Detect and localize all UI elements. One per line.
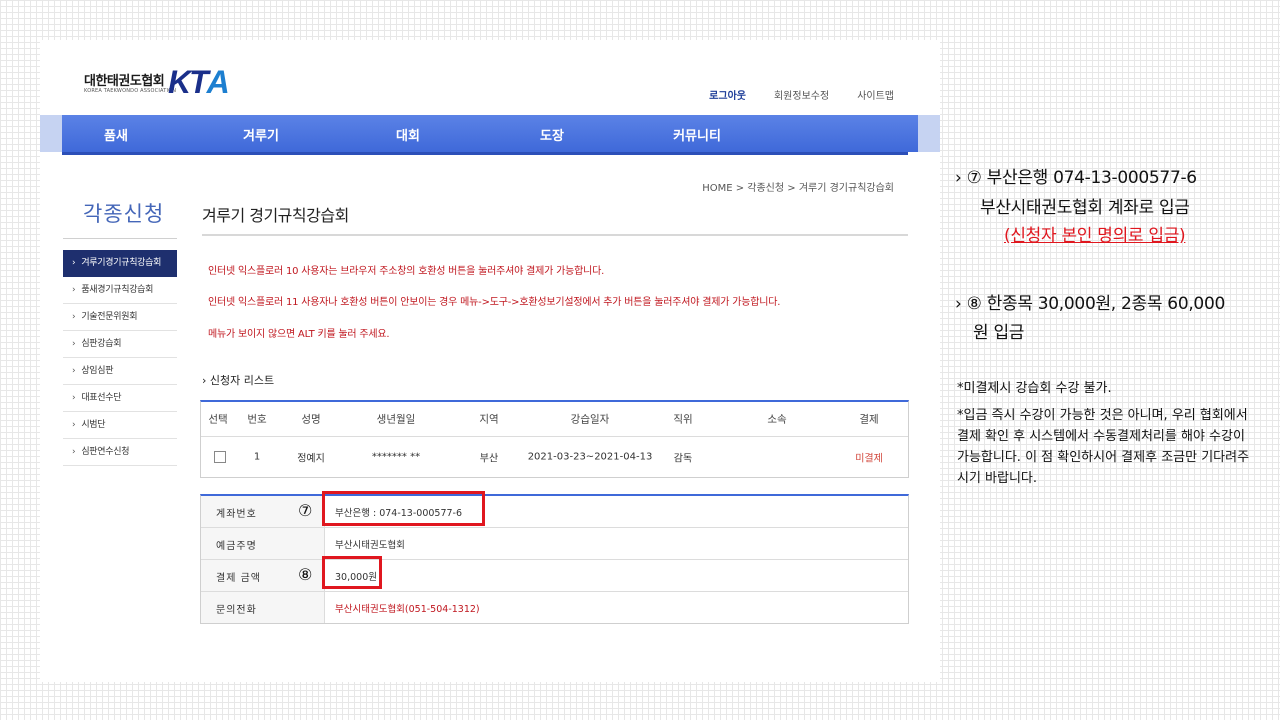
nav-right-edge xyxy=(918,115,940,152)
account-highlight-box xyxy=(322,491,485,526)
sidebar-item-label: 품새경기규칙강습회 xyxy=(81,285,154,295)
notice-alt-key: 메뉴가 보이지 않으면 ALT 키를 눌러 주세요. xyxy=(208,329,390,340)
contact-value: 부산시태권도협회(051-504-1312) xyxy=(335,604,480,615)
sitemap-link[interactable]: 사이트맵 xyxy=(857,87,894,102)
select-checkbox[interactable] xyxy=(214,451,226,463)
nav-item-kyorugi[interactable]: 겨루기 xyxy=(243,125,279,144)
payment-amount-row: 결제 금액 ⑧ 30,000원 xyxy=(201,560,908,592)
marker-7: ⑦ xyxy=(298,501,313,520)
sidebar-title: 각종신청 xyxy=(83,202,165,226)
sidebar-item-referee-seminar[interactable]: › 심판강습회 xyxy=(63,331,177,358)
logo-english-text: KOREA TAEKWONDO ASSOCIATION xyxy=(84,88,177,94)
step8-heading: › ⑧ 한종목 30,000원, 2종목 60,000 xyxy=(955,294,1225,314)
chevron-right-icon: › xyxy=(72,366,76,376)
applicant-list-label: › 신청자 리스트 xyxy=(202,374,275,387)
contact-row: 문의전화 부산시태권도협회(051-504-1312) xyxy=(201,592,908,623)
applicant-table: 선택 번호 성명 생년월일 지역 강습일자 직위 소속 결제 1 정예지 ***… xyxy=(200,400,909,478)
account-holder-row: 예금주명 부산시태권도협회 xyxy=(201,528,908,560)
sidebar-item-poomsae-seminar[interactable]: › 품새경기규칙강습회 xyxy=(63,277,177,304)
step7-detail: 부산시태권도협회 계좌로 입금 xyxy=(980,198,1190,218)
sidebar-item-technical-committee[interactable]: › 기술전문위원회 xyxy=(63,304,177,331)
account-number-label: 계좌번호 xyxy=(216,509,257,520)
sidebar-item-label: 시범단 xyxy=(81,420,106,430)
chevron-right-icon: › xyxy=(72,312,76,322)
table-row: 1 정예지 ******* ** 부산 2021-03-23~2021-04-1… xyxy=(201,437,908,477)
sidebar-item-label: 겨루기경기규칙강습회 xyxy=(81,258,162,268)
chevron-right-icon: › xyxy=(72,285,76,295)
sidebar-item-label: 심판연수신청 xyxy=(81,447,130,457)
header-select: 선택 xyxy=(208,413,228,426)
payment-status-link[interactable]: 미결제 xyxy=(855,450,883,465)
position-cell: 감독 xyxy=(673,453,693,465)
note-unpaid: *미결제시 강습회 수강 불가. xyxy=(957,381,1112,396)
nav-left-edge xyxy=(40,115,62,152)
top-utility-links: 로그아웃 회원정보수정 사이트맵 xyxy=(709,87,894,102)
sidebar-item-demo-team[interactable]: › 시범단 xyxy=(63,412,177,439)
logo-mark-accent: A xyxy=(206,64,230,100)
title-divider xyxy=(202,234,908,236)
sidebar-divider xyxy=(63,238,177,239)
account-holder-value: 부산시태권도협회 xyxy=(335,540,405,551)
sidebar-item-referee-training[interactable]: › 심판연수신청 xyxy=(63,439,177,466)
account-number-row: 계좌번호 ⑦ 부산은행 : 074-13-000577-6 xyxy=(201,496,908,528)
birth-cell: ******* ** xyxy=(371,451,421,463)
header-region: 지역 xyxy=(479,413,499,426)
payment-info-table: 계좌번호 ⑦ 부산은행 : 074-13-000577-6 예금주명 부산시태권… xyxy=(200,494,909,624)
region-cell: 부산 xyxy=(479,453,499,465)
main-navigation: 품새 겨루기 대회 도장 커뮤니티 xyxy=(40,115,940,155)
header-dates: 강습일자 xyxy=(570,413,610,426)
chevron-right-icon: › xyxy=(72,393,76,403)
logo-korean-text: 대한태권도협회 xyxy=(84,74,165,89)
select-cell xyxy=(214,451,226,463)
name-cell: 정예지 xyxy=(297,453,325,465)
nav-item-community[interactable]: 커뮤니티 xyxy=(673,125,721,144)
step7-warning: (신청자 본인 명의로 입금) xyxy=(1004,226,1186,246)
sidebar-item-kyorugi-seminar[interactable]: › 겨루기경기규칙강습회 xyxy=(63,250,177,277)
step7-heading: › ⑦ 부산은행 074-13-000577-6 xyxy=(955,168,1197,188)
header-name: 성명 xyxy=(301,413,321,426)
dates-cell: 2021-03-23~2021-04-13 xyxy=(527,451,653,463)
edit-profile-link[interactable]: 회원정보수정 xyxy=(774,87,829,102)
logo-mark-main: KT xyxy=(168,64,209,100)
logout-link[interactable]: 로그아웃 xyxy=(709,87,746,102)
header-position: 직위 xyxy=(673,413,693,426)
header-birth: 생년월일 xyxy=(376,413,416,426)
header-affiliation: 소속 xyxy=(767,413,787,426)
sidebar-item-standing-referee[interactable]: › 상임심판 xyxy=(63,358,177,385)
notice-ie11: 인터넷 익스플로러 11 사용자나 호환성 버튼이 안보이는 경우 메뉴->도구… xyxy=(208,297,781,308)
label-cell: 문의전화 xyxy=(201,592,325,623)
notice-ie10: 인터넷 익스플로러 10 사용자는 브라우저 주소창의 호환성 버튼을 눌러주셔… xyxy=(208,266,605,277)
table-header-row: 선택 번호 성명 생년월일 지역 강습일자 직위 소속 결제 xyxy=(201,402,908,437)
chevron-right-icon: › xyxy=(72,447,76,457)
payment-amount-label: 결제 금액 xyxy=(216,573,261,584)
nav-items: 품새 겨루기 대회 도장 커뮤니티 xyxy=(62,115,908,152)
nav-bottom-line xyxy=(62,152,908,155)
sidebar-item-label: 심판강습회 xyxy=(81,339,122,349)
chevron-right-icon: › xyxy=(72,339,76,349)
sidebar-item-label: 대표선수단 xyxy=(81,393,122,403)
contact-label: 문의전화 xyxy=(216,605,257,616)
label-cell: 예금주명 xyxy=(201,528,325,559)
chevron-right-icon: › xyxy=(72,258,76,268)
marker-8: ⑧ xyxy=(298,565,313,584)
number-cell: 1 xyxy=(253,451,261,463)
header-number: 번호 xyxy=(247,413,267,426)
amount-highlight-box xyxy=(322,556,382,589)
nav-item-dojang[interactable]: 도장 xyxy=(540,125,564,144)
nav-item-competition[interactable]: 대회 xyxy=(396,125,420,144)
logo-mark: KTA xyxy=(168,64,230,101)
sidebar-item-label: 기술전문위원회 xyxy=(81,312,138,322)
account-holder-label: 예금주명 xyxy=(216,541,257,552)
website-screenshot: 대한태권도협회 KOREA TAEKWONDO ASSOCIATION KTA … xyxy=(40,40,940,682)
nav-item-poomsae[interactable]: 품새 xyxy=(104,125,128,144)
header-payment: 결제 xyxy=(859,413,879,426)
sidebar-menu: › 겨루기경기규칙강습회 › 품새경기규칙강습회 › 기술전문위원회 › 심판강습회 ›… xyxy=(63,250,177,466)
sidebar-item-label: 상임심판 xyxy=(81,366,114,376)
step8-detail: 원 입금 xyxy=(973,323,1025,343)
sidebar-item-national-team[interactable]: › 대표선수단 xyxy=(63,385,177,412)
note-manual-confirm: *입금 즉시 수강이 가능한 것은 아니며, 우리 협회에서 결제 확인 후 시… xyxy=(957,408,1250,486)
chevron-right-icon: › xyxy=(72,420,76,430)
breadcrumb: HOME > 각종신청 > 겨루기 경기규칙강습회 xyxy=(702,183,894,194)
page-title: 겨루기 경기규칙강습회 xyxy=(202,206,349,225)
